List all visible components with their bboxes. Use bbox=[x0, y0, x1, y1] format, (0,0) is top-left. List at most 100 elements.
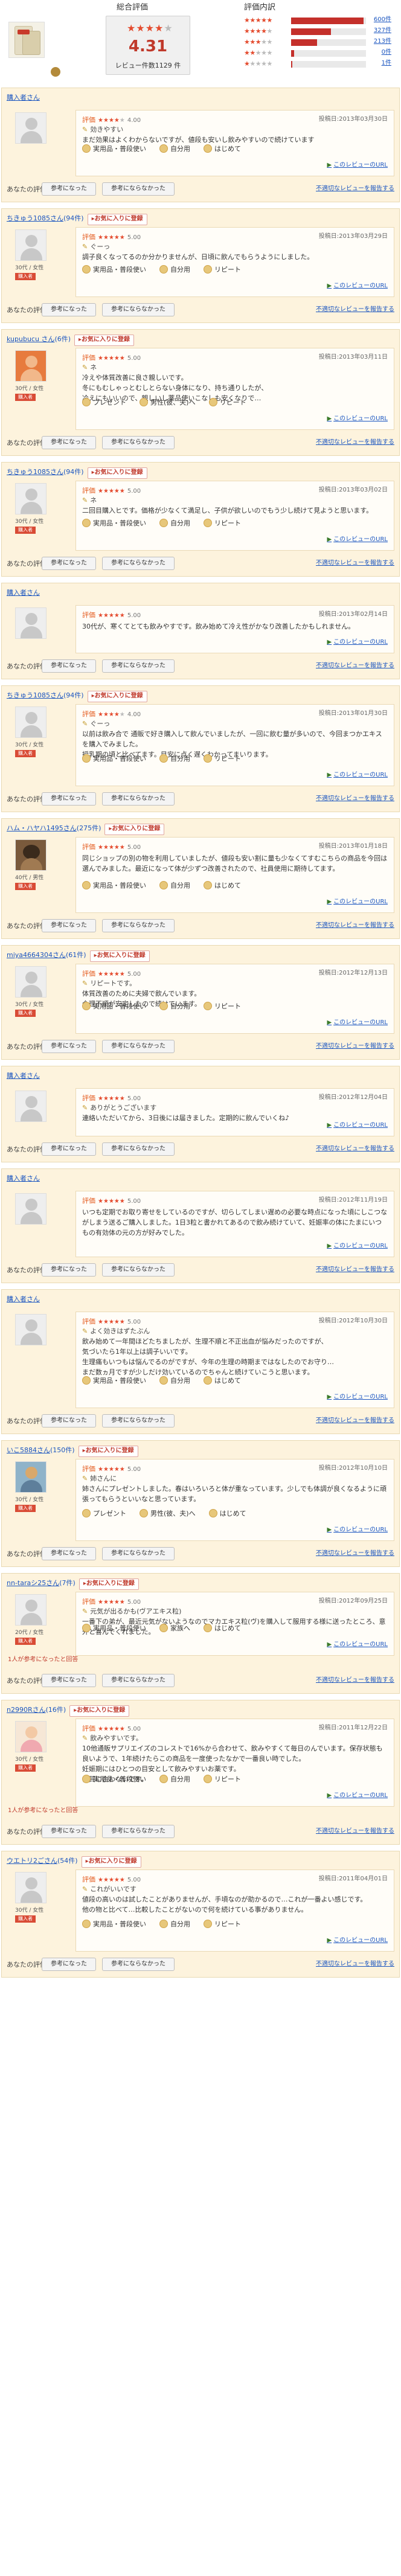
reviewer-review-count[interactable]: (6件) bbox=[54, 335, 71, 343]
reviewer-review-count[interactable]: (94件) bbox=[63, 691, 84, 699]
distribution-row[interactable]: ★★★★★ 0件 bbox=[244, 48, 395, 59]
review-url-link[interactable]: ▶ このレビューのURL bbox=[327, 638, 388, 647]
helpful-button[interactable]: 参考になった bbox=[42, 1547, 96, 1560]
not-helpful-button[interactable]: 参考にならなかった bbox=[102, 1674, 175, 1687]
not-helpful-button[interactable]: 参考にならなかった bbox=[102, 792, 175, 806]
helpful-button[interactable]: 参考になった bbox=[42, 436, 96, 449]
helpful-button[interactable]: 参考になった bbox=[42, 182, 96, 196]
report-link[interactable]: 不適切なレビューを報告する bbox=[316, 559, 394, 568]
not-helpful-button[interactable]: 参考にならなかった bbox=[102, 1958, 175, 1971]
helpful-button[interactable]: 参考になった bbox=[42, 919, 96, 932]
review-url-link[interactable]: ▶ このレビューのURL bbox=[327, 1937, 388, 1946]
helpful-button[interactable]: 参考になった bbox=[42, 557, 96, 570]
reviewer-review-count[interactable]: (94件) bbox=[63, 214, 84, 222]
distribution-count[interactable]: 213件 bbox=[374, 37, 391, 46]
reviewer-review-count[interactable]: (150件) bbox=[50, 1446, 75, 1454]
helpful-button[interactable]: 参考になった bbox=[42, 1825, 96, 1838]
reviewer-name[interactable]: ハム・ハヤハ1495さん bbox=[7, 824, 77, 832]
reviewer-review-count[interactable]: (275件) bbox=[77, 824, 101, 832]
helpful-button[interactable]: 参考になった bbox=[42, 659, 96, 673]
review-url-link[interactable]: ▶ このレビューのURL bbox=[327, 1019, 388, 1028]
add-favorite-button[interactable]: ▸お気に入りに登録 bbox=[74, 335, 135, 346]
add-favorite-button[interactable]: ▸お気に入りに登録 bbox=[78, 1446, 138, 1457]
reviewer-name[interactable]: miya4664304さん bbox=[7, 951, 66, 959]
report-link[interactable]: 不適切なレビューを報告する bbox=[316, 1960, 394, 1969]
distribution-row[interactable]: ★★★★★ 1件 bbox=[244, 59, 395, 70]
not-helpful-button[interactable]: 参考にならなかった bbox=[102, 659, 175, 673]
report-link[interactable]: 不適切なレビューを報告する bbox=[316, 1676, 394, 1685]
review-url-link[interactable]: ▶ このレビューのURL bbox=[327, 1526, 388, 1535]
review-url-link[interactable]: ▶ このレビューのURL bbox=[327, 536, 388, 545]
not-helpful-button[interactable]: 参考にならなかった bbox=[102, 1040, 175, 1053]
not-helpful-button[interactable]: 参考にならなかった bbox=[102, 919, 175, 932]
report-link[interactable]: 不適切なレビューを報告する bbox=[316, 306, 394, 315]
report-link[interactable]: 不適切なレビューを報告する bbox=[316, 185, 394, 194]
review-url-link[interactable]: ▶ このレビューのURL bbox=[327, 1792, 388, 1801]
distribution-row[interactable]: ★★★★★ 213件 bbox=[244, 37, 395, 48]
helpful-button[interactable]: 参考になった bbox=[42, 1414, 96, 1427]
not-helpful-button[interactable]: 参考にならなかった bbox=[102, 1547, 175, 1560]
reviewer-name[interactable]: ウエトリ2ごさん bbox=[7, 1857, 57, 1865]
not-helpful-button[interactable]: 参考にならなかった bbox=[102, 436, 175, 449]
not-helpful-button[interactable]: 参考にならなかった bbox=[102, 182, 175, 196]
review-url-link[interactable]: ▶ このレビューのURL bbox=[327, 1393, 388, 1402]
review-url-link[interactable]: ▶ このレビューのURL bbox=[327, 1242, 388, 1251]
report-link[interactable]: 不適切なレビューを報告する bbox=[316, 1827, 394, 1836]
reviewer-review-count[interactable]: (7件) bbox=[59, 1579, 75, 1587]
review-url-link[interactable]: ▶ このレビューのURL bbox=[327, 898, 388, 907]
helpful-button[interactable]: 参考になった bbox=[42, 1674, 96, 1687]
report-link[interactable]: 不適切なレビューを報告する bbox=[316, 1549, 394, 1559]
report-link[interactable]: 不適切なレビューを報告する bbox=[316, 1145, 394, 1154]
helpful-button[interactable]: 参考になった bbox=[42, 1958, 96, 1971]
add-favorite-button[interactable]: ▸お気に入りに登録 bbox=[79, 1578, 139, 1590]
not-helpful-button[interactable]: 参考にならなかった bbox=[102, 1825, 175, 1838]
review-url-link[interactable]: ▶ このレビューのURL bbox=[327, 1641, 388, 1650]
helpful-button[interactable]: 参考になった bbox=[42, 1142, 96, 1156]
distribution-row[interactable]: ★★★★★ 600件 bbox=[244, 16, 395, 27]
reviewer-review-count[interactable]: (61件) bbox=[66, 951, 86, 959]
helpful-button[interactable]: 参考になった bbox=[42, 792, 96, 806]
add-favorite-button[interactable]: ▸お気に入りに登録 bbox=[104, 824, 165, 835]
add-favorite-button[interactable]: ▸お気に入りに登録 bbox=[87, 691, 147, 702]
report-link[interactable]: 不適切なレビューを報告する bbox=[316, 438, 394, 447]
add-favorite-button[interactable]: ▸お気に入りに登録 bbox=[81, 1856, 141, 1868]
helpful-button[interactable]: 参考になった bbox=[42, 1263, 96, 1277]
distribution-count[interactable]: 327件 bbox=[374, 27, 391, 36]
helpful-button[interactable]: 参考になった bbox=[42, 1040, 96, 1053]
not-helpful-button[interactable]: 参考にならなかった bbox=[102, 303, 175, 316]
add-favorite-button[interactable]: ▸お気に入りに登録 bbox=[87, 214, 147, 225]
report-link[interactable]: 不適切なレビューを報告する bbox=[316, 1417, 394, 1426]
distribution-row[interactable]: ★★★★★ 327件 bbox=[244, 27, 395, 37]
helpful-button[interactable]: 参考になった bbox=[42, 303, 96, 316]
report-link[interactable]: 不適切なレビューを報告する bbox=[316, 795, 394, 804]
review-url-link[interactable]: ▶ このレビューのURL bbox=[327, 282, 388, 291]
distribution-count[interactable]: 0件 bbox=[382, 48, 391, 57]
not-helpful-button[interactable]: 参考にならなかった bbox=[102, 557, 175, 570]
reviewer-review-count[interactable]: (94件) bbox=[63, 468, 84, 476]
review-url-link[interactable]: ▶ このレビューのURL bbox=[327, 1121, 388, 1130]
distribution-count[interactable]: 600件 bbox=[374, 16, 391, 25]
report-link[interactable]: 不適切なレビューを報告する bbox=[316, 1266, 394, 1275]
reviewer-name[interactable]: ちきゅう1085さん bbox=[7, 691, 63, 699]
review-url-link[interactable]: ▶ このレビューのURL bbox=[327, 771, 388, 780]
not-helpful-button[interactable]: 参考にならなかった bbox=[102, 1263, 175, 1277]
add-favorite-button[interactable]: ▸お気に入りに登録 bbox=[69, 1705, 130, 1717]
reviewer-review-count[interactable]: (16件) bbox=[46, 1706, 66, 1714]
reviewer-name[interactable]: nn-taraシ25さん bbox=[7, 1579, 59, 1587]
not-helpful-button[interactable]: 参考にならなかった bbox=[102, 1142, 175, 1156]
reviewer-name[interactable]: kupubucu さん bbox=[7, 335, 54, 343]
review-url-link[interactable]: ▶ このレビューのURL bbox=[327, 161, 388, 170]
report-link[interactable]: 不適切なレビューを報告する bbox=[316, 662, 394, 671]
report-link[interactable]: 不適切なレビューを報告する bbox=[316, 1042, 394, 1051]
distribution-count[interactable]: 1件 bbox=[382, 59, 391, 68]
reviewer-name[interactable]: n2990Rさん bbox=[7, 1706, 46, 1714]
reviewer-review-count[interactable]: (54件) bbox=[57, 1857, 78, 1865]
add-favorite-button[interactable]: ▸お気に入りに登録 bbox=[89, 950, 150, 962]
reviewer-name[interactable]: ちきゅう1085さん bbox=[7, 468, 63, 476]
reviewer-name[interactable]: ちきゅう1085さん bbox=[7, 214, 63, 222]
not-helpful-button[interactable]: 参考にならなかった bbox=[102, 1414, 175, 1427]
product-thumbnail[interactable] bbox=[8, 22, 45, 58]
reviewer-name[interactable]: いこ5884さん bbox=[7, 1446, 50, 1454]
report-link[interactable]: 不適切なレビューを報告する bbox=[316, 921, 394, 931]
review-url-link[interactable]: ▶ このレビューのURL bbox=[327, 415, 388, 424]
